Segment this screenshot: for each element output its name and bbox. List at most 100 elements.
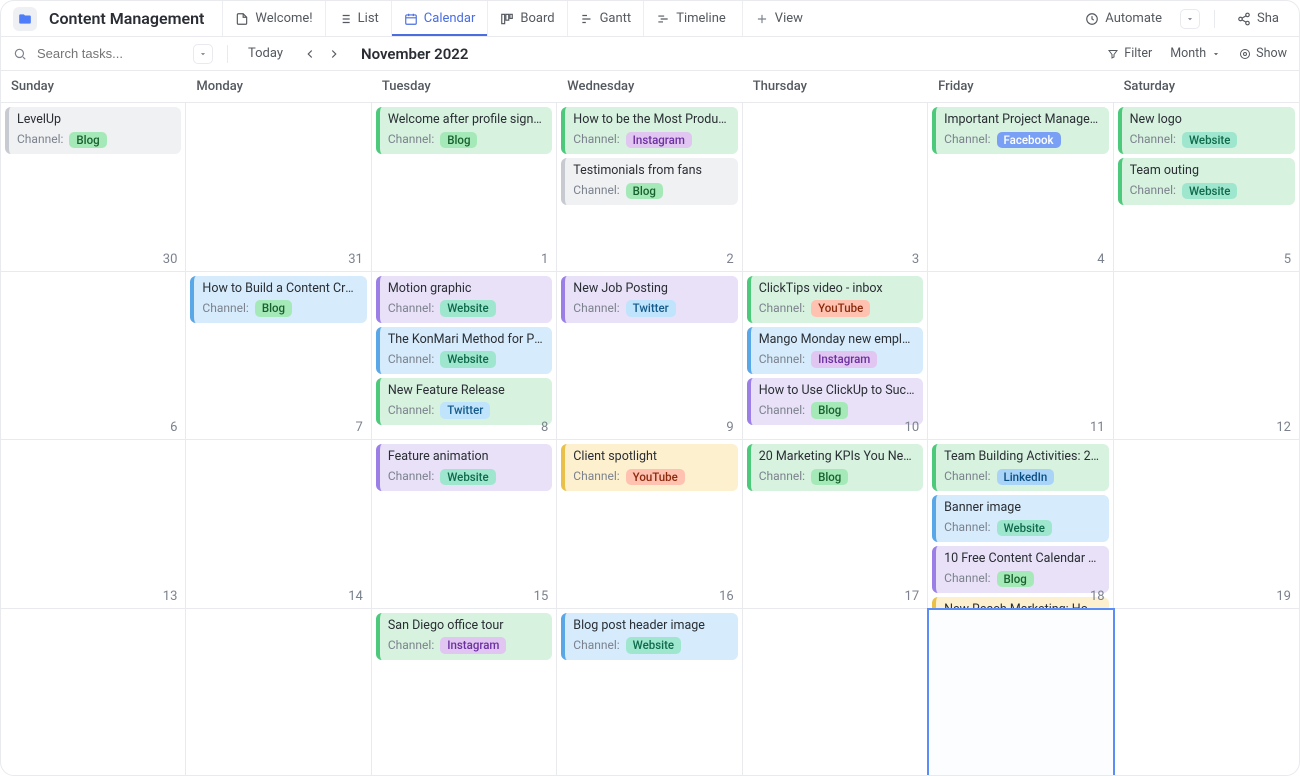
calendar-cell[interactable]: Motion graphicChannel:WebsiteThe KonMari… [372, 272, 557, 440]
event-title: How to Build a Content Creation [202, 281, 358, 297]
event-title: Client spotlight [573, 449, 729, 465]
calendar-cell[interactable]: San Diego office tourChannel:Instagram [372, 609, 557, 776]
event-title: 10 Free Content Calendar Templates [944, 551, 1100, 567]
calendar-cell[interactable]: Client spotlightChannel:YouTube16 [557, 440, 742, 608]
add-view-label: View [775, 11, 803, 26]
folder-icon[interactable] [13, 7, 37, 31]
channel-chip: Blog [440, 132, 477, 148]
event-title: San Diego office tour [388, 618, 544, 634]
calendar-event[interactable]: New logoChannel:Website [1118, 107, 1295, 154]
date-number: 18 [1090, 589, 1105, 604]
channel-label: Channel: [1130, 183, 1176, 198]
search-input[interactable] [35, 45, 185, 62]
tab-welcome[interactable]: Welcome! [222, 1, 324, 36]
channel-chip: Blog [69, 132, 106, 148]
calendar-event[interactable]: Important Project ManagementChannel:Face… [932, 107, 1108, 154]
calendar-cell[interactable]: New logoChannel:WebsiteTeam outingChanne… [1114, 103, 1299, 271]
calendar-event[interactable]: San Diego office tourChannel:Instagram [376, 613, 552, 660]
calendar-cell[interactable]: 12 [1114, 272, 1299, 440]
calendar-event[interactable]: The KonMari Method for ProjectChannel:We… [376, 327, 552, 374]
automate-dropdown[interactable] [1180, 9, 1200, 29]
channel-chip: Website [440, 469, 495, 485]
calendar-cell[interactable]: 13 [1, 440, 186, 608]
tab-timeline[interactable]: Timeline [643, 1, 738, 36]
date-number: 4 [1097, 252, 1104, 267]
calendar-cell[interactable] [186, 609, 371, 776]
calendar-event[interactable]: LevelUpChannel:Blog [5, 107, 181, 154]
calendar-event[interactable]: Team Building Activities: 25 ExercisesCh… [932, 444, 1108, 491]
channel-label: Channel: [17, 132, 63, 147]
page-title: Content Management [49, 9, 204, 28]
calendar-cell[interactable] [1114, 609, 1299, 776]
calendar-cell[interactable]: LevelUpChannel:Blog30 [1, 103, 186, 271]
channel-label: Channel: [388, 403, 434, 418]
calendar-event[interactable]: Blog post header imageChannel:Website [561, 613, 737, 660]
tab-calendar[interactable]: Calendar [391, 1, 488, 36]
calendar-event[interactable]: How to be the Most ProductiveChannel:Ins… [561, 107, 737, 154]
event-title: Blog post header image [573, 618, 729, 634]
channel-label: Channel: [388, 638, 434, 653]
calendar-event[interactable]: Client spotlightChannel:YouTube [561, 444, 737, 491]
calendar-event[interactable]: Team outingChannel:Website [1118, 158, 1295, 205]
tab-list[interactable]: List [325, 1, 391, 36]
event-title: New logo [1130, 112, 1287, 128]
show-button[interactable]: Show [1239, 46, 1287, 61]
tab-board[interactable]: Board [487, 1, 566, 36]
channel-chip: Website [1182, 132, 1237, 148]
channel-chip: Blog [626, 183, 663, 199]
day-header: Sunday [1, 71, 186, 102]
topbar: Content Management Welcome!ListCalendarB… [1, 1, 1299, 37]
calendar-cell[interactable]: ClickTips video - inboxChannel:YouTubeMa… [743, 272, 928, 440]
date-number: 2 [726, 252, 733, 267]
event-title: Welcome after profile sign-up [388, 112, 544, 128]
calendar-event[interactable]: ClickTips video - inboxChannel:YouTube [747, 276, 923, 323]
calendar-event[interactable]: How to Build a Content CreationChannel:B… [190, 276, 366, 323]
calendar-cell[interactable]: How to be the Most ProductiveChannel:Ins… [557, 103, 742, 271]
calendar-cell[interactable]: 20 Marketing KPIs You Need toChannel:Blo… [743, 440, 928, 608]
calendar-event[interactable]: New Job PostingChannel:Twitter [561, 276, 737, 323]
share-button[interactable]: Sha [1229, 7, 1287, 30]
date-number: 8 [541, 420, 548, 435]
calendar-event[interactable]: Feature animationChannel:Website [376, 444, 552, 491]
tab-gantt[interactable]: Gantt [567, 1, 644, 36]
calendar-cell[interactable]: New Job PostingChannel:Twitter9 [557, 272, 742, 440]
calendar-event[interactable]: 10 Free Content Calendar TemplatesChanne… [932, 546, 1108, 593]
calendar-cell[interactable]: Welcome after profile sign-upChannel:Blo… [372, 103, 557, 271]
calendar-cell[interactable]: 3 [743, 103, 928, 271]
calendar-event[interactable]: Banner imageChannel:Website [932, 495, 1108, 542]
calendar-cell[interactable]: Team Building Activities: 25 ExercisesCh… [928, 440, 1113, 608]
filter-button[interactable]: Filter [1107, 46, 1152, 61]
calendar-cell[interactable] [1, 609, 186, 776]
calendar-cell[interactable]: How to Build a Content CreationChannel:B… [186, 272, 371, 440]
add-view-button[interactable]: View [742, 1, 815, 36]
month-title: November 2022 [361, 45, 468, 63]
period-button[interactable]: Month [1170, 46, 1221, 61]
calendar-cell[interactable]: 6 [1, 272, 186, 440]
calendar-cell[interactable] [743, 609, 928, 776]
calendar-cell[interactable]: 19 [1114, 440, 1299, 608]
date-number: 14 [348, 589, 363, 604]
calendar-event[interactable]: Welcome after profile sign-upChannel:Blo… [376, 107, 552, 154]
automate-button[interactable]: Automate [1077, 7, 1170, 30]
calendar-cell[interactable]: 14 [186, 440, 371, 608]
calendar-cell[interactable]: Feature animationChannel:Website 15 [372, 440, 557, 608]
calendar-event[interactable]: New Feature ReleaseChannel:Twitter [376, 378, 552, 425]
calendar-cell[interactable]: 31 [186, 103, 371, 271]
calendar-event[interactable]: Motion graphicChannel:Website [376, 276, 552, 323]
calendar-event[interactable]: New Reach Marketing: How ClickUpChannel:… [932, 597, 1108, 608]
calendar-event[interactable]: Mango Monday new employeeChannel:Instagr… [747, 327, 923, 374]
calendar-cell[interactable]: 11 [928, 272, 1113, 440]
calendar-event[interactable]: How to Use ClickUp to SucceedChannel:Blo… [747, 378, 923, 425]
calendar-cell[interactable]: Blog post header imageChannel:Website [557, 609, 742, 776]
date-number: 15 [534, 589, 549, 604]
day-header: Tuesday [372, 71, 557, 102]
calendar-event[interactable]: Testimonials from fansChannel:Blog [561, 158, 737, 205]
calendar-cell[interactable]: Important Project ManagementChannel:Face… [928, 103, 1113, 271]
today-button[interactable]: Today [242, 44, 289, 63]
calendar-cell[interactable] [928, 609, 1113, 776]
channel-chip: Website [626, 637, 681, 653]
calendar-event[interactable]: 20 Marketing KPIs You Need toChannel:Blo… [747, 444, 923, 491]
prev-month-button[interactable] [299, 43, 321, 65]
next-month-button[interactable] [323, 43, 345, 65]
search-dropdown[interactable] [193, 44, 213, 64]
